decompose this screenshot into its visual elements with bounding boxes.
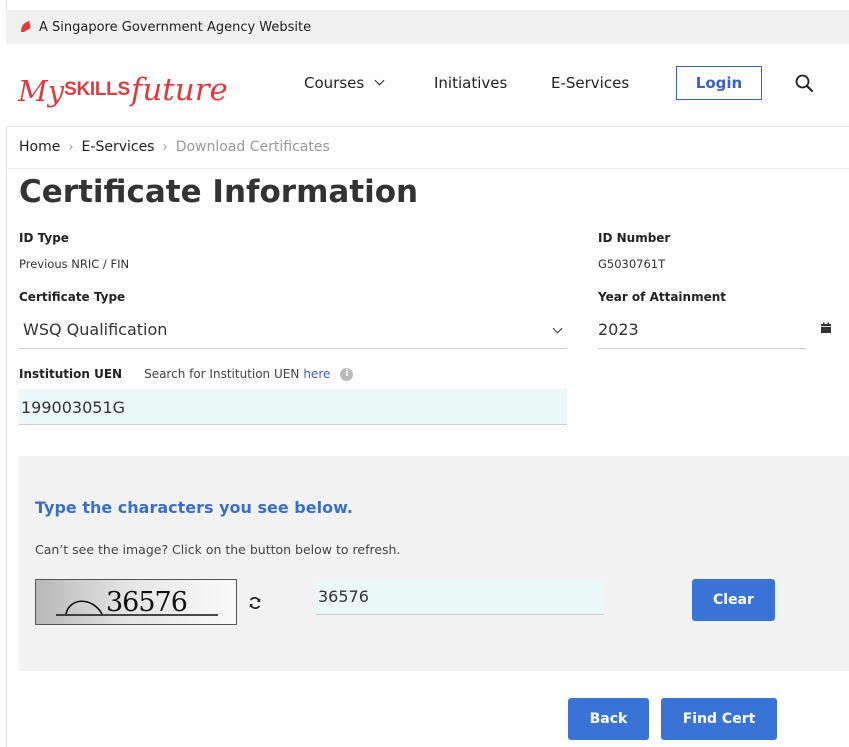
- breadcrumb: Home › E-Services › Download Certificate…: [6, 126, 849, 169]
- calendar-icon[interactable]: [820, 322, 832, 334]
- breadcrumb-current: Download Certificates: [175, 139, 330, 155]
- chevron-down-icon: [374, 75, 385, 86]
- year-of-attainment-value: 2023: [598, 320, 639, 339]
- id-type-label: ID Type: [19, 231, 69, 245]
- certificate-type-select[interactable]: WSQ Qualification: [19, 313, 567, 349]
- nav-initiatives[interactable]: Initiatives: [434, 74, 507, 92]
- page-title: Certificate Information: [19, 174, 419, 210]
- find-cert-button[interactable]: Find Cert: [661, 698, 777, 740]
- breadcrumb-separator-icon: ›: [68, 139, 74, 155]
- certificate-type-value: WSQ Qualification: [23, 320, 168, 339]
- breadcrumb-eservices[interactable]: E-Services: [82, 139, 155, 155]
- login-button[interactable]: Login: [676, 66, 762, 100]
- breadcrumb-home[interactable]: Home: [19, 139, 60, 155]
- nav-courses-label: Courses: [304, 74, 365, 92]
- year-of-attainment-label: Year of Attainment: [598, 290, 726, 304]
- institution-uen-input[interactable]: 199003051G: [19, 389, 567, 425]
- refresh-icon[interactable]: [248, 596, 262, 610]
- gov-masthead-text: A Singapore Government Agency Website: [39, 19, 312, 35]
- certificate-type-label: Certificate Type: [19, 290, 126, 304]
- id-number-label: ID Number: [598, 231, 671, 245]
- logo-skills: SKILLS: [64, 79, 130, 100]
- id-number-value: G5030761T: [598, 257, 666, 271]
- breadcrumb-separator-icon: ›: [162, 139, 168, 155]
- gov-masthead: A Singapore Government Agency Website: [6, 10, 849, 44]
- captcha-input[interactable]: 36576: [316, 579, 604, 615]
- clear-button[interactable]: Clear: [692, 579, 775, 621]
- captcha-title: Type the characters you see below.: [35, 498, 353, 517]
- nav-courses[interactable]: Courses: [304, 74, 385, 92]
- lion-head-icon: [21, 21, 31, 32]
- search-icon[interactable]: [794, 73, 814, 93]
- nav-eservices[interactable]: E-Services: [551, 74, 629, 92]
- captcha-image: 36576: [35, 579, 237, 625]
- info-icon[interactable]: i: [340, 367, 354, 381]
- back-button[interactable]: Back: [568, 698, 649, 740]
- institution-uen-label-row: Institution UEN Search for Institution U…: [19, 367, 354, 381]
- uen-search-hint: Search for Institution UEN: [144, 367, 300, 381]
- institution-uen-label: Institution UEN: [19, 367, 123, 381]
- uen-search-link[interactable]: here: [303, 367, 330, 381]
- logo-future: future: [130, 72, 228, 108]
- captcha-hint: Can’t see the image? Click on the button…: [35, 542, 401, 557]
- id-type-value: Previous NRIC / FIN: [19, 257, 130, 271]
- site-header: My SKILLS future Courses Initiatives E-S…: [6, 44, 849, 127]
- chevron-down-icon: [552, 323, 563, 334]
- captcha-text: 36576: [106, 587, 188, 618]
- logo-my: My: [18, 74, 65, 108]
- captcha-panel: Type the characters you see below. Can’t…: [19, 456, 849, 671]
- year-of-attainment-input[interactable]: 2023: [598, 313, 806, 349]
- myskillsfuture-logo[interactable]: My SKILLS future: [18, 58, 228, 106]
